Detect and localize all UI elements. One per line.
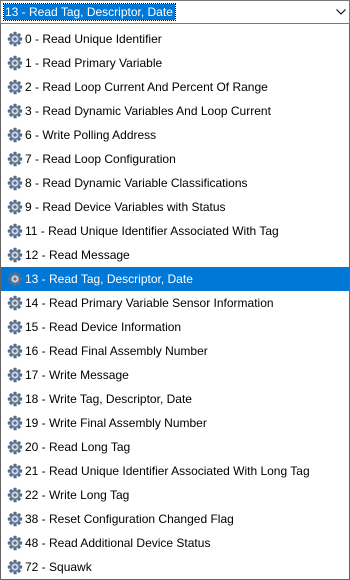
- gear-icon: [7, 391, 23, 407]
- gear-icon: [7, 367, 23, 383]
- list-item[interactable]: 2 - Read Loop Current And Percent Of Ran…: [1, 75, 349, 99]
- gear-icon: [7, 55, 23, 71]
- gear-icon: [7, 271, 23, 287]
- gear-icon: [7, 103, 23, 119]
- list-item[interactable]: 12 - Read Message: [1, 243, 349, 267]
- list-item-label: 8 - Read Dynamic Variable Classification…: [25, 176, 248, 190]
- gear-icon: [7, 79, 23, 95]
- list-item[interactable]: 48 - Read Additional Device Status: [1, 531, 349, 555]
- list-item-label: 38 - Reset Configuration Changed Flag: [25, 512, 234, 526]
- list-item[interactable]: 19 - Write Final Assembly Number: [1, 411, 349, 435]
- list-item[interactable]: 16 - Read Final Assembly Number: [1, 339, 349, 363]
- list-item[interactable]: 11 - Read Unique Identifier Associated W…: [1, 219, 349, 243]
- gear-icon: [7, 151, 23, 167]
- gear-icon: [7, 535, 23, 551]
- list-item-label: 18 - Write Tag, Descriptor, Date: [25, 392, 192, 406]
- list-item[interactable]: 6 - Write Polling Address: [1, 123, 349, 147]
- list-item[interactable]: 21 - Read Unique Identifier Associated W…: [1, 459, 349, 483]
- gear-icon: [7, 31, 23, 47]
- gear-icon: [7, 463, 23, 479]
- list-item-label: 48 - Read Additional Device Status: [25, 536, 211, 550]
- gear-icon: [7, 487, 23, 503]
- list-item-label: 1 - Read Primary Variable: [25, 56, 163, 70]
- gear-icon: [7, 343, 23, 359]
- list-item-label: 14 - Read Primary Variable Sensor Inform…: [25, 296, 274, 310]
- list-item-label: 21 - Read Unique Identifier Associated W…: [25, 464, 310, 478]
- gear-icon: [7, 559, 23, 575]
- gear-icon: [7, 199, 23, 215]
- gear-icon: [7, 247, 23, 263]
- list-item-label: 17 - Write Message: [25, 368, 129, 382]
- list-item-label: 22 - Write Long Tag: [25, 488, 130, 502]
- list-item-label: 11 - Read Unique Identifier Associated W…: [25, 224, 279, 238]
- list-item-label: 3 - Read Dynamic Variables And Loop Curr…: [25, 104, 271, 118]
- list-item-label: 19 - Write Final Assembly Number: [25, 416, 207, 430]
- list-item-label: 12 - Read Message: [25, 248, 130, 262]
- list-item-label: 13 - Read Tag, Descriptor, Date: [25, 272, 193, 286]
- list-item[interactable]: 9 - Read Device Variables with Status: [1, 195, 349, 219]
- command-combobox[interactable]: 13 - Read Tag, Descriptor, Date 0 - Read…: [0, 0, 350, 580]
- gear-icon: [7, 439, 23, 455]
- list-item[interactable]: 3 - Read Dynamic Variables And Loop Curr…: [1, 99, 349, 123]
- list-item[interactable]: 7 - Read Loop Configuration: [1, 147, 349, 171]
- list-item-selected[interactable]: 13 - Read Tag, Descriptor, Date: [1, 267, 349, 291]
- list-item[interactable]: 72 - Squawk: [1, 555, 349, 579]
- list-item-label: 0 - Read Unique Identifier: [25, 32, 162, 46]
- list-item[interactable]: 1 - Read Primary Variable: [1, 51, 349, 75]
- list-item[interactable]: 0 - Read Unique Identifier: [1, 27, 349, 51]
- list-item[interactable]: 14 - Read Primary Variable Sensor Inform…: [1, 291, 349, 315]
- combobox-selected-value[interactable]: 13 - Read Tag, Descriptor, Date: [3, 3, 176, 21]
- list-item-label: 6 - Write Polling Address: [25, 128, 157, 142]
- gear-icon: [7, 319, 23, 335]
- list-item-label: 7 - Read Loop Configuration: [25, 152, 176, 166]
- list-item-label: 2 - Read Loop Current And Percent Of Ran…: [25, 80, 268, 94]
- list-item[interactable]: 20 - Read Long Tag: [1, 435, 349, 459]
- gear-icon: [7, 223, 23, 239]
- list-item[interactable]: 18 - Write Tag, Descriptor, Date: [1, 387, 349, 411]
- list-item-label: 20 - Read Long Tag: [25, 440, 131, 454]
- gear-icon: [7, 415, 23, 431]
- command-dropdown-list[interactable]: 0 - Read Unique Identifier 1 - Read Prima…: [0, 24, 350, 580]
- list-item[interactable]: 15 - Read Device Information: [1, 315, 349, 339]
- gear-icon: [7, 295, 23, 311]
- list-item-label: 72 - Squawk: [25, 560, 92, 574]
- list-item[interactable]: 17 - Write Message: [1, 363, 349, 387]
- combobox-header[interactable]: 13 - Read Tag, Descriptor, Date: [0, 0, 350, 24]
- list-item-label: 15 - Read Device Information: [25, 320, 182, 334]
- list-item[interactable]: 22 - Write Long Tag: [1, 483, 349, 507]
- chevron-down-icon[interactable]: [332, 1, 349, 23]
- gear-icon: [7, 175, 23, 191]
- list-item-label: 9 - Read Device Variables with Status: [25, 200, 226, 214]
- list-item[interactable]: 38 - Reset Configuration Changed Flag: [1, 507, 349, 531]
- list-item[interactable]: 8 - Read Dynamic Variable Classification…: [1, 171, 349, 195]
- gear-icon: [7, 127, 23, 143]
- gear-icon: [7, 511, 23, 527]
- list-item-label: 16 - Read Final Assembly Number: [25, 344, 208, 358]
